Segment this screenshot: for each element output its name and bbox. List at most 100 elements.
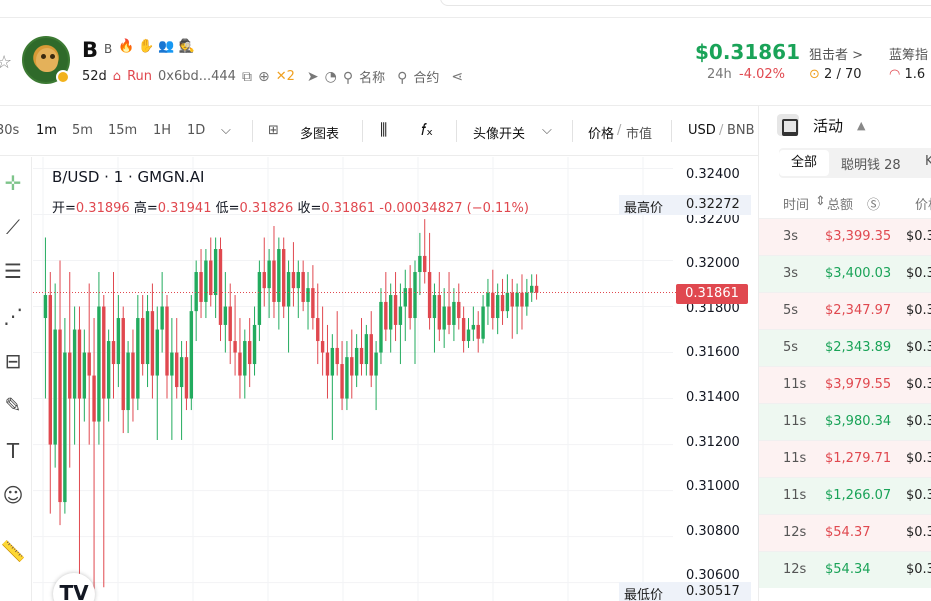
star-icon[interactable]: ☆ [0,52,12,73]
candle[interactable] [408,265,412,330]
price-mode[interactable]: 价格 [588,123,614,142]
candle[interactable] [393,272,398,342]
candle[interactable] [150,283,155,399]
col-price[interactable]: 价格 [915,194,931,213]
candle[interactable] [116,295,121,388]
trade-row[interactable]: 5s $2,343.89 $0.3 [759,329,931,366]
currency-bnb[interactable]: BNB [727,123,755,138]
contract-address[interactable]: 0x6bd...444 [158,69,236,84]
tab-kol[interactable]: K [925,154,931,169]
trade-row[interactable]: 3s $3,400.03 $0.3 [759,255,931,292]
candle[interactable] [291,242,296,307]
candle[interactable] [189,295,194,411]
candle[interactable] [495,283,500,335]
candle[interactable] [335,311,339,376]
candle[interactable] [175,318,179,399]
candle[interactable] [471,306,476,342]
candle[interactable] [223,272,228,353]
collapse-caret-icon[interactable]: ▲ [857,119,865,132]
candle[interactable] [457,283,461,330]
candle[interactable] [505,274,510,319]
avatar-toggle-dropdown-icon[interactable]: ⌵ [542,123,552,138]
share-icon[interactable]: ⋖ [451,69,463,85]
interval-15m[interactable]: 15m [108,123,137,138]
copy-icon[interactable]: ⧉ [242,69,252,85]
candle[interactable] [277,237,281,330]
candle[interactable] [243,329,247,399]
sniper-link[interactable]: 狙击者 > [809,44,863,63]
candle[interactable] [282,237,286,319]
globe-icon[interactable]: ⊕ [258,69,270,85]
candle[interactable] [272,226,276,319]
chart-area[interactable] [33,157,758,601]
candle[interactable] [131,329,135,422]
candle[interactable] [325,324,330,399]
avatar-toggle-button[interactable]: 头像开关 [473,123,525,142]
candle[interactable] [97,272,101,445]
candle[interactable] [311,265,315,330]
candle[interactable] [461,306,466,353]
candle[interactable] [427,232,432,330]
candle[interactable] [165,295,169,399]
candle[interactable] [369,311,373,388]
search-contract-link[interactable]: ⚲ 合约 [397,67,445,86]
col-total[interactable]: 总额 [827,194,853,213]
candle[interactable] [374,341,378,411]
candle[interactable] [184,341,189,411]
candle[interactable] [257,260,262,342]
candle[interactable] [199,249,203,319]
candle[interactable] [354,334,359,388]
candle[interactable] [306,272,310,330]
mcap-mode[interactable]: 市值 [626,123,652,142]
candle[interactable] [48,272,52,514]
search-name-link[interactable]: ⚲ 名称 [343,67,391,86]
trade-row[interactable]: 3s $3,399.35 $0.3 [759,218,931,255]
candle[interactable] [140,295,145,376]
candle[interactable] [330,334,335,440]
interval-5m[interactable]: 5m [72,123,93,138]
candle[interactable] [423,219,427,284]
candle[interactable] [530,274,534,302]
tab-smart-money[interactable]: 聪明钱 28 [841,154,901,173]
candle[interactable] [233,295,237,376]
candle[interactable] [87,283,91,445]
candle[interactable] [345,341,349,411]
candle[interactable] [106,329,111,422]
brush-icon[interactable]: ✎ [0,393,26,417]
candle[interactable] [252,306,257,376]
sort-icon[interactable]: ⇕ [815,194,826,209]
candle[interactable] [403,269,407,342]
candle[interactable] [359,318,364,376]
trade-row[interactable]: 11s $1,279.71 $0.3 [759,440,931,477]
candle[interactable] [491,269,495,330]
add-chart-icon[interactable]: ⊞ [268,123,279,138]
candle[interactable] [316,283,320,365]
trade-row[interactable]: 11s $3,980.34 $0.3 [759,403,931,440]
fib-retracement-icon[interactable]: ☰ [0,259,26,283]
telegram-icon[interactable]: ➤ [307,69,319,85]
candle-type-icon[interactable]: ⫼ [380,120,387,140]
candle[interactable] [418,232,422,296]
candle[interactable] [388,283,393,353]
candle[interactable] [238,318,242,399]
candle[interactable] [92,318,96,595]
candle[interactable] [63,318,67,514]
pattern-icon[interactable]: ⋰ [0,304,26,328]
candle[interactable] [102,295,106,588]
candle[interactable] [481,295,485,344]
search-box[interactable] [440,0,931,6]
candle[interactable] [466,318,471,348]
candle[interactable] [515,283,519,335]
chart-link-icon[interactable]: ◔ [325,69,337,85]
currency-switch-icon[interactable]: Ⓢ [867,194,880,213]
candle[interactable] [301,260,305,312]
candle[interactable] [262,237,266,307]
emoji-icon[interactable]: ☺ [0,483,26,507]
candle[interactable] [126,341,130,434]
candle[interactable] [534,274,539,300]
col-time[interactable]: 时间 [783,194,809,213]
interval-dropdown-icon[interactable]: ⌵ [221,123,231,138]
candle[interactable] [43,237,48,399]
candle[interactable] [179,341,184,440]
bluechip-label[interactable]: 蓝筹指 [889,44,928,63]
